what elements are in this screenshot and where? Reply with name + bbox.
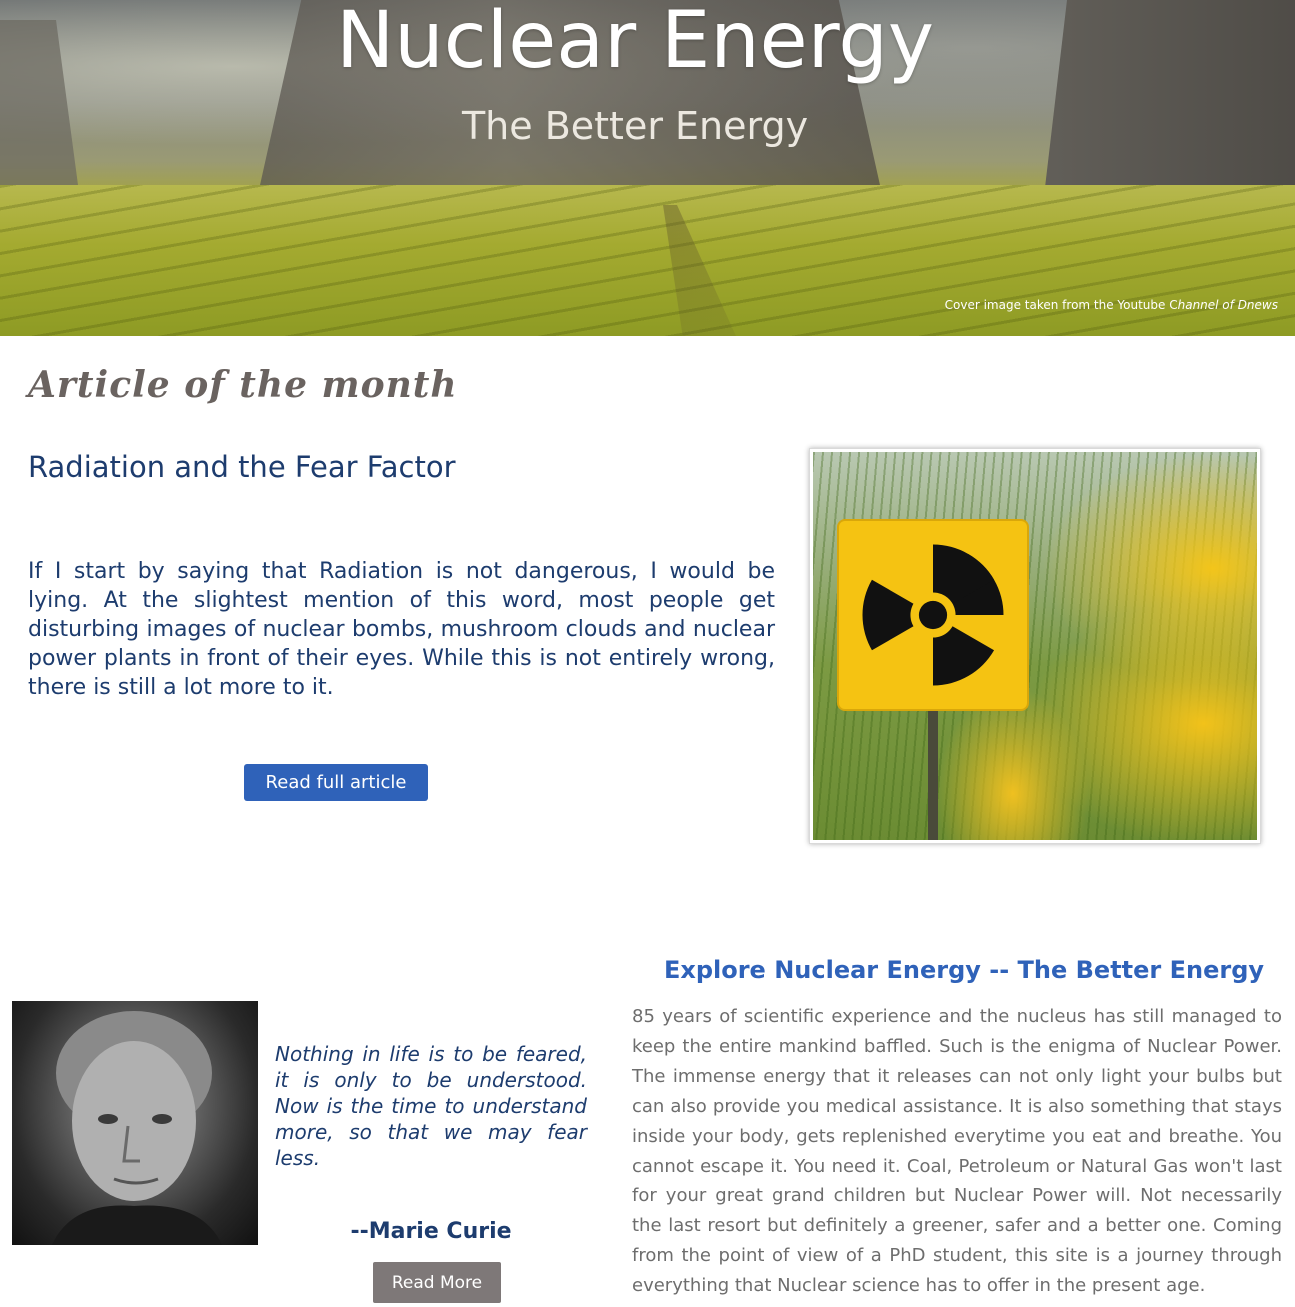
article-excerpt: If I start by saying that Radiation is n… [28,559,775,700]
hero-field [0,185,1295,336]
article-image-frame [809,448,1261,844]
credit-channel: hannel of Dnews [1177,298,1278,312]
quote-text: Nothing in life is to be feared, it is o… [275,1042,587,1170]
article-of-month-heading: Article of the month [28,364,458,406]
quote-author: --Marie Curie [350,1219,512,1244]
read-more-button[interactable]: Read More [373,1262,501,1303]
article-title: Radiation and the Fear Factor [28,450,456,484]
read-full-article-button[interactable]: Read full article [244,764,428,801]
site-title: Nuclear Energy [335,0,935,86]
site-subtitle: The Better Energy [461,104,809,148]
hero-banner: Nuclear Energy The Better Energy Cover i… [0,0,1295,336]
portrait-figure [52,1011,222,1245]
cover-image-credit: Cover image taken from the Youtube Chann… [945,298,1278,312]
field-track [663,205,740,336]
explore-heading: Explore Nuclear Energy -- The Better Ene… [663,956,1265,984]
explore-paragraph: 85 years of scientific experience and th… [632,1006,1282,1297]
radiation-sign-photo [813,452,1257,840]
credit-prefix: Cover image taken from the Youtube C [944,298,1178,312]
marie-curie-portrait [12,1001,258,1245]
radiation-trefoil-icon [862,544,1004,686]
radiation-sign [837,519,1029,711]
sign-post [928,707,938,840]
